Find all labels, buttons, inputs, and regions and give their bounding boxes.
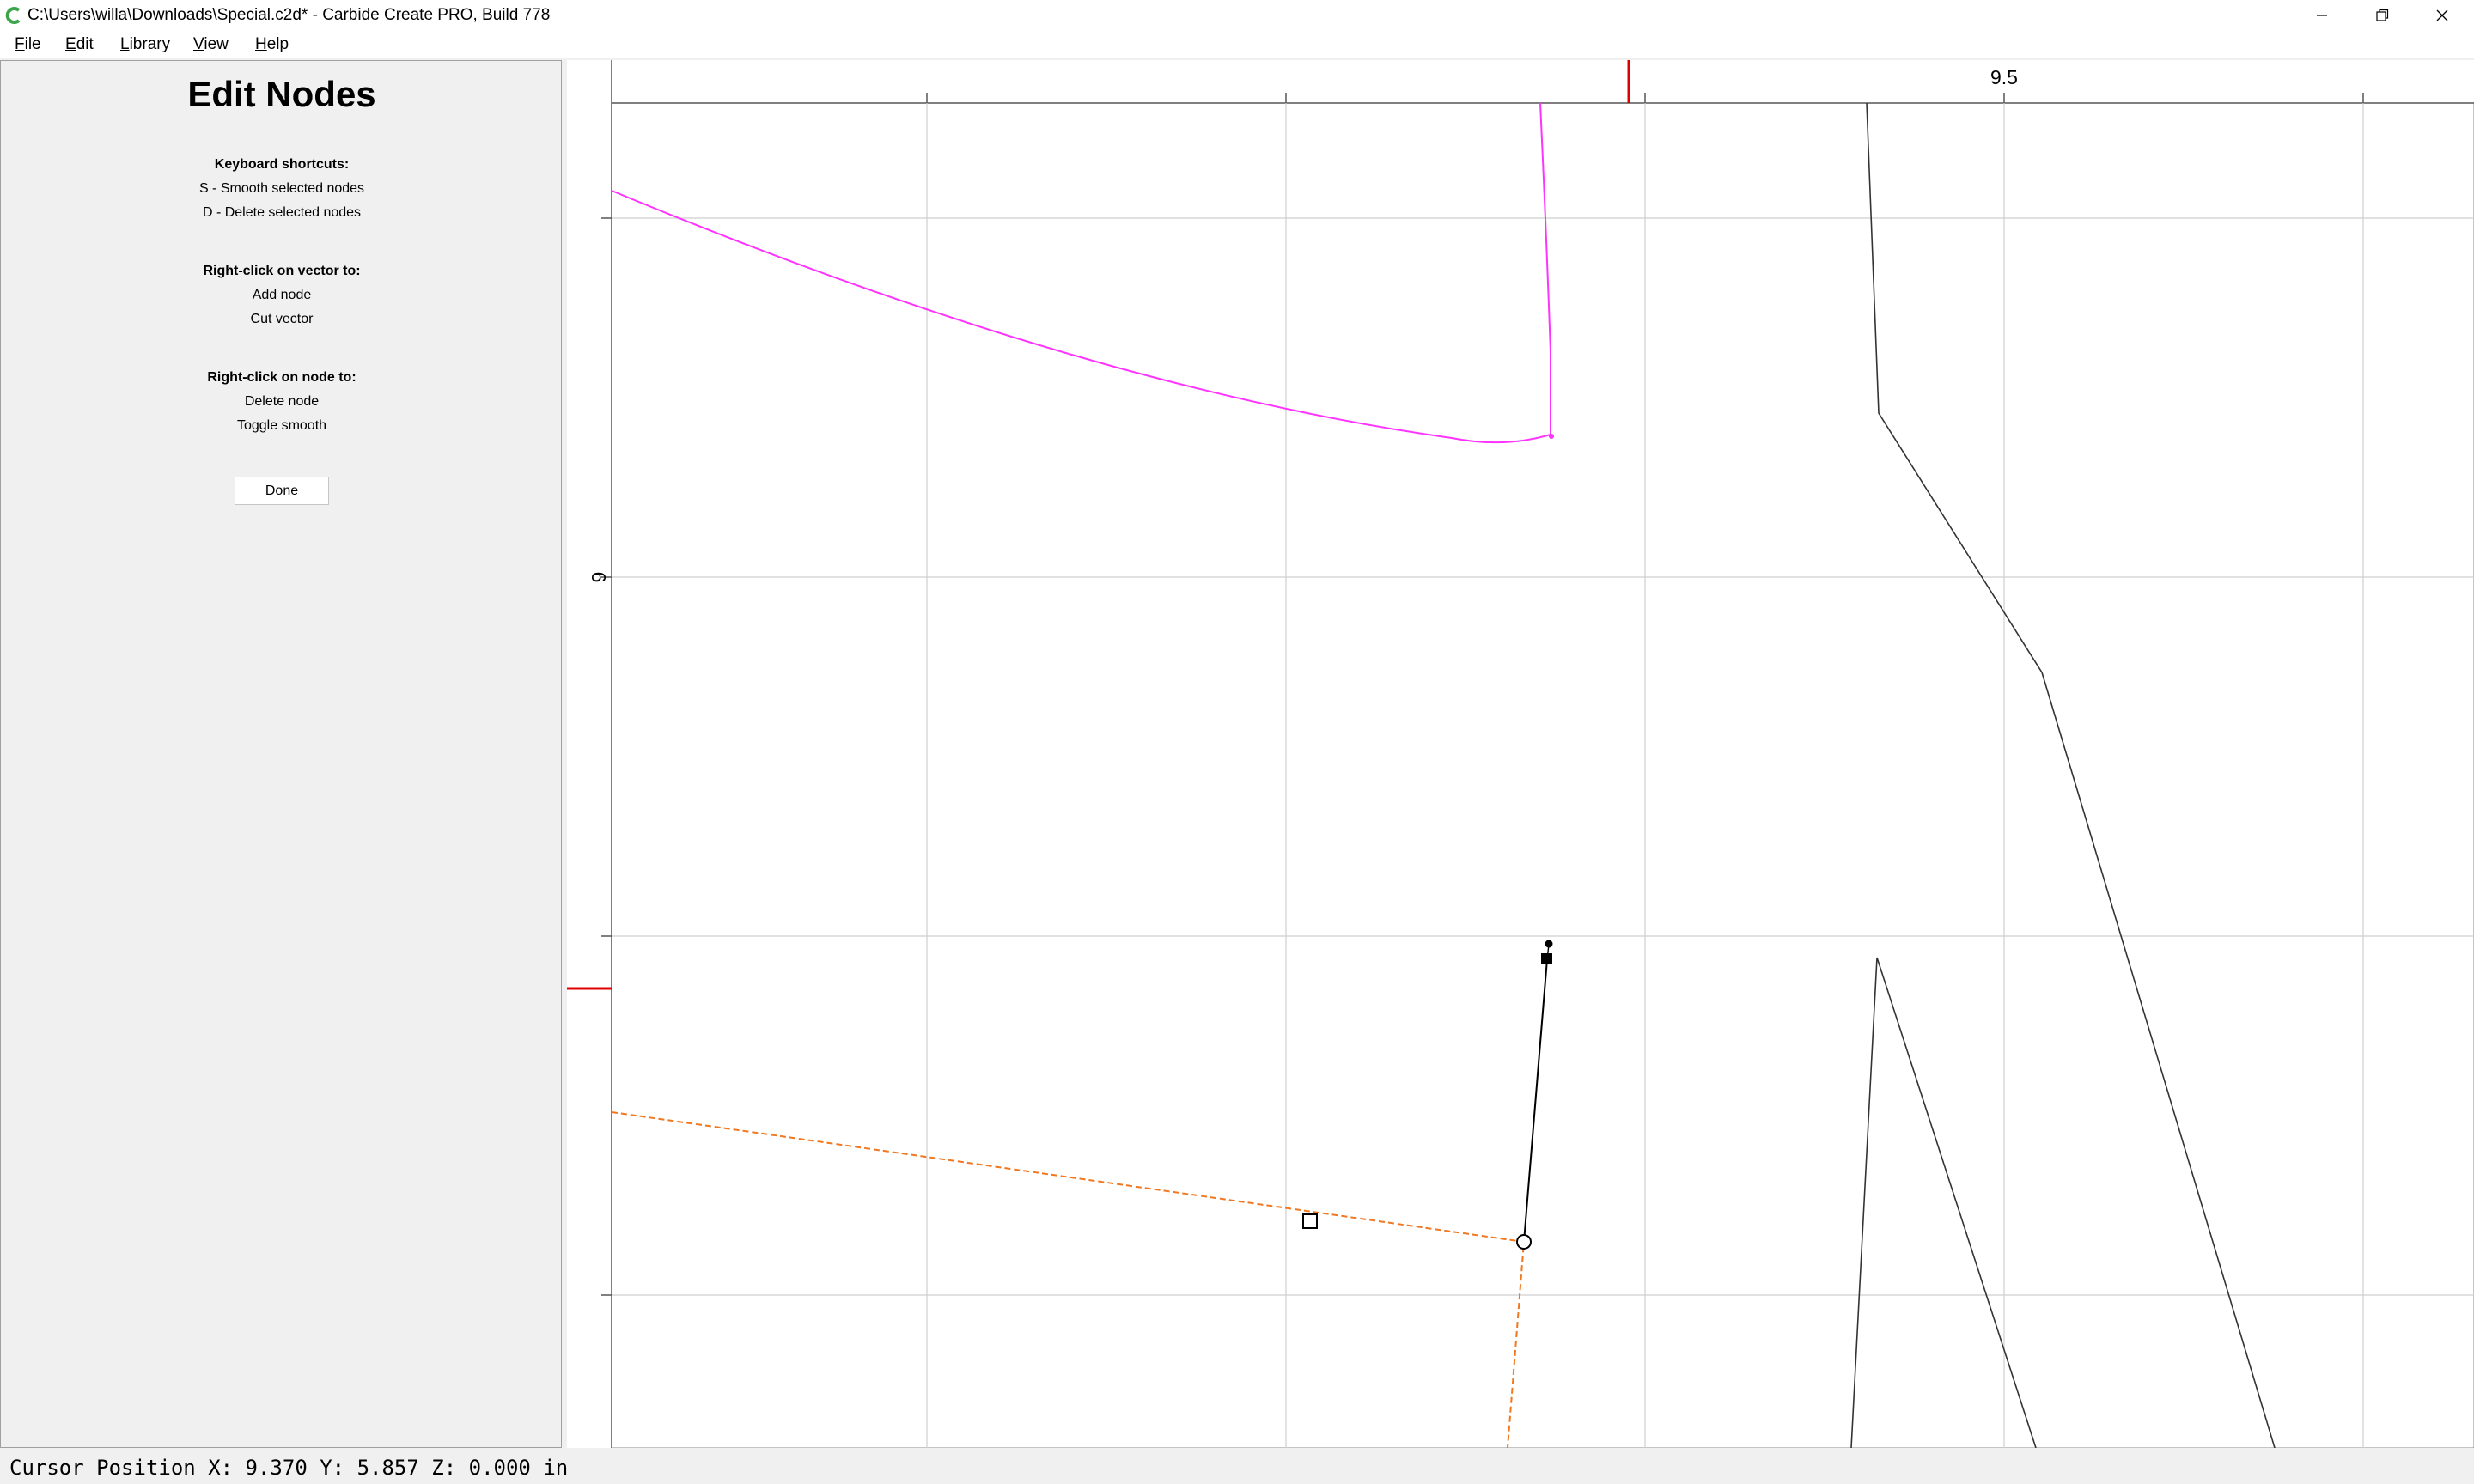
control-handle[interactable]: [1545, 940, 1553, 948]
vector-cut-hint: Cut vector: [250, 312, 314, 326]
selected-node[interactable]: [1541, 953, 1552, 964]
window-title: C:\Users\willa\Downloads\Special.c2d* - …: [27, 6, 551, 24]
menu-view[interactable]: View: [193, 34, 229, 55]
close-button[interactable]: [2412, 0, 2472, 31]
edit-nodes-panel: Edit Nodes Keyboard shortcuts: S - Smoot…: [0, 60, 562, 1448]
minimize-icon: [2317, 15, 2327, 16]
horizontal-ruler: [567, 60, 2474, 104]
smooth-node[interactable]: [1516, 1234, 1532, 1250]
restore-button[interactable]: [2352, 0, 2412, 31]
menu-help[interactable]: Help: [255, 34, 289, 55]
ruler-y-label: 6: [588, 572, 610, 583]
shortcuts-heading: Keyboard shortcuts:: [214, 157, 350, 172]
close-icon: [2436, 9, 2448, 21]
panel-title: Edit Nodes: [187, 74, 376, 114]
carbide-create-logo-icon: [5, 7, 21, 24]
menu-edit[interactable]: Edit: [65, 34, 94, 55]
done-button[interactable]: Done: [235, 477, 329, 505]
ruler-x-label: 9.5: [1990, 66, 2018, 88]
vertical-ruler: [567, 60, 612, 1448]
restore-icon: [2376, 9, 2389, 21]
menu-bar: File Edit Library View Help: [0, 31, 2474, 58]
canvas-drawing[interactable]: 9.5 6: [567, 60, 2474, 1448]
node-toggle-smooth-hint: Toggle smooth: [236, 418, 327, 433]
design-canvas[interactable]: 9.5 6: [567, 60, 2474, 1448]
title-bar: C:\Users\willa\Downloads\Special.c2d* - …: [0, 0, 2474, 31]
node-delete-hint: Delete node: [244, 394, 320, 409]
corner-node[interactable]: [1302, 1213, 1318, 1229]
status-bar: Cursor Position X: 9.370 Y: 5.857 Z: 0.0…: [0, 1448, 2474, 1484]
shortcut-delete: D - Delete selected nodes: [202, 205, 362, 220]
shortcut-smooth: S - Smooth selected nodes: [198, 181, 365, 196]
cursor-position-readout: Cursor Position X: 9.370 Y: 5.857 Z: 0.0…: [9, 1456, 569, 1480]
menu-file[interactable]: File: [15, 34, 41, 55]
menu-library[interactable]: Library: [120, 34, 170, 55]
vector-menu-heading: Right-click on vector to:: [203, 264, 361, 278]
minimize-button[interactable]: [2292, 0, 2352, 31]
vector-add-node-hint: Add node: [252, 288, 312, 302]
node-menu-heading: Right-click on node to:: [207, 370, 356, 385]
magenta-node[interactable]: [1549, 434, 1554, 439]
